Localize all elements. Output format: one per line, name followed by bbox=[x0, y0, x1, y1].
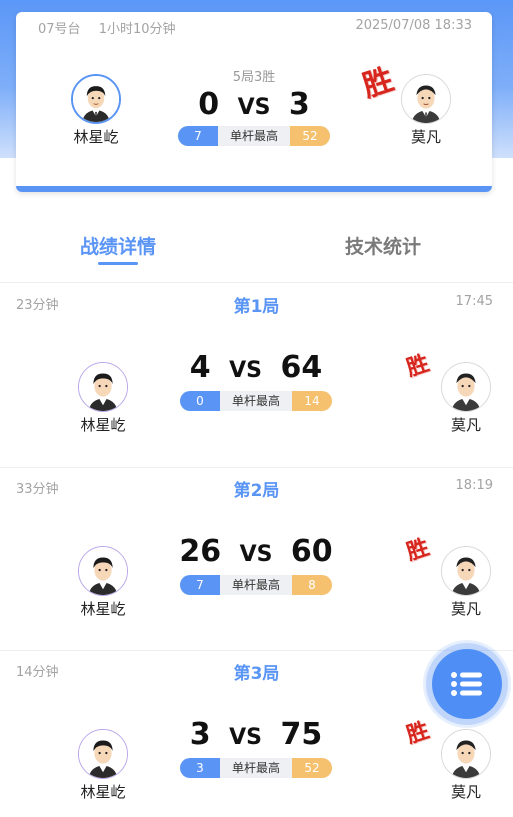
high-break-label: 单杆最高 bbox=[220, 758, 292, 778]
player-left[interactable]: 林星屹 bbox=[56, 74, 136, 147]
score-right: 60 bbox=[290, 534, 333, 569]
player-name: 莫凡 bbox=[450, 783, 481, 801]
high-break-label: 单杆最高 bbox=[220, 575, 292, 595]
game-score-area: 4 VS 64 0 单杆最高 14 bbox=[176, 350, 336, 411]
score-line: 4 VS 64 bbox=[176, 350, 336, 385]
match-format: 5局3胜 bbox=[232, 70, 276, 85]
match-duration: 1小时10分钟 bbox=[98, 22, 176, 37]
vs-label: VS bbox=[239, 542, 273, 567]
player-avatar-icon bbox=[79, 363, 127, 411]
score-left: 26 bbox=[179, 534, 222, 569]
game-title: 第1局 bbox=[233, 297, 280, 317]
player-left: 林星屹 bbox=[63, 546, 143, 619]
high-break-right: 52 bbox=[290, 126, 330, 146]
player-name: 林星屹 bbox=[73, 128, 119, 146]
player-name: 莫凡 bbox=[450, 416, 481, 434]
avatar bbox=[78, 362, 128, 412]
high-break-left: 3 bbox=[180, 758, 220, 778]
avatar bbox=[441, 546, 491, 596]
avatar bbox=[401, 74, 451, 124]
player-avatar-icon bbox=[442, 730, 490, 778]
player-name: 林星屹 bbox=[80, 416, 126, 434]
tab-technical-stats[interactable]: 技术统计 bbox=[345, 232, 421, 259]
tab-record-details[interactable]: 战绩详情 bbox=[80, 232, 156, 265]
divider bbox=[0, 282, 513, 283]
match-score-area: 5局3胜 0 VS 3 7 单杆最高 52 bbox=[174, 66, 334, 146]
vs-label: VS bbox=[229, 725, 262, 750]
game-card-1[interactable]: 23分钟 第1局 17:45 林星屹 4 VS 64 0 单杆最高 14 胜 莫… bbox=[0, 284, 513, 467]
table-number: 07号台 bbox=[38, 22, 81, 37]
game-title: 第2局 bbox=[233, 481, 280, 501]
score-right: 3 bbox=[288, 87, 310, 122]
score-line: 0 VS 3 bbox=[174, 87, 334, 122]
avatar bbox=[441, 362, 491, 412]
avatar bbox=[441, 729, 491, 779]
high-break-left: 0 bbox=[180, 391, 220, 411]
high-break-pill: 3 单杆最高 52 bbox=[180, 758, 332, 778]
card-accent-bar bbox=[16, 186, 492, 192]
high-break-right: 8 bbox=[292, 575, 332, 595]
high-break-pill: 7 单杆最高 8 bbox=[180, 575, 332, 595]
player-avatar-icon bbox=[402, 75, 450, 123]
vs-label: VS bbox=[229, 358, 262, 383]
list-menu-icon bbox=[451, 672, 482, 696]
player-left: 林星屹 bbox=[63, 729, 143, 802]
player-name: 林星屹 bbox=[80, 600, 126, 618]
high-break-right: 52 bbox=[292, 758, 332, 778]
score-line: 26 VS 60 bbox=[176, 534, 336, 569]
floating-menu-button[interactable] bbox=[423, 640, 511, 728]
avatar bbox=[78, 729, 128, 779]
player-right: 莫凡 bbox=[426, 546, 506, 619]
vs-label: VS bbox=[237, 95, 271, 120]
score-left: 3 bbox=[189, 717, 211, 752]
fab-inner bbox=[432, 649, 502, 719]
high-break-right: 14 bbox=[292, 391, 332, 411]
game-time: 18:19 bbox=[455, 478, 493, 493]
high-break-label: 单杆最高 bbox=[220, 391, 292, 411]
high-break-label: 单杆最高 bbox=[218, 126, 290, 146]
match-summary-card: 07号台 1小时10分钟 2025/07/08 18:33 林星屹 5局3胜 0… bbox=[16, 12, 492, 192]
high-break-left: 7 bbox=[180, 575, 220, 595]
player-avatar-icon bbox=[442, 547, 490, 595]
player-left: 林星屹 bbox=[63, 362, 143, 435]
player-right: 莫凡 bbox=[426, 729, 506, 802]
score-left: 0 bbox=[198, 87, 220, 122]
player-avatar-icon bbox=[73, 76, 119, 122]
score-line: 3 VS 75 bbox=[176, 717, 336, 752]
score-right: 64 bbox=[280, 350, 323, 385]
game-score-area: 26 VS 60 7 单杆最高 8 bbox=[176, 534, 336, 595]
high-break-pill: 0 单杆最高 14 bbox=[180, 391, 332, 411]
game-card-2[interactable]: 33分钟 第2局 18:19 林星屹 26 VS 60 7 单杆最高 8 胜 莫… bbox=[0, 468, 513, 651]
player-right[interactable]: 莫凡 bbox=[386, 74, 466, 147]
avatar bbox=[71, 74, 121, 124]
player-name: 莫凡 bbox=[410, 128, 441, 146]
avatar bbox=[78, 546, 128, 596]
player-avatar-icon bbox=[442, 363, 490, 411]
tab-bar: 战绩详情 技术统计 bbox=[0, 222, 513, 282]
game-time: 17:45 bbox=[455, 294, 493, 309]
player-name: 林星屹 bbox=[80, 783, 126, 801]
high-break-pill: 7 单杆最高 52 bbox=[178, 126, 330, 146]
high-break-left: 7 bbox=[178, 126, 218, 146]
player-name: 莫凡 bbox=[450, 600, 481, 618]
player-avatar-icon bbox=[79, 730, 127, 778]
score-left: 4 bbox=[189, 350, 211, 385]
player-right: 莫凡 bbox=[426, 362, 506, 435]
match-datetime: 2025/07/08 18:33 bbox=[355, 18, 472, 33]
player-avatar-icon bbox=[79, 547, 127, 595]
match-meta: 07号台 1小时10分钟 bbox=[38, 18, 176, 37]
score-right: 75 bbox=[280, 717, 323, 752]
game-score-area: 3 VS 75 3 单杆最高 52 bbox=[176, 717, 336, 778]
